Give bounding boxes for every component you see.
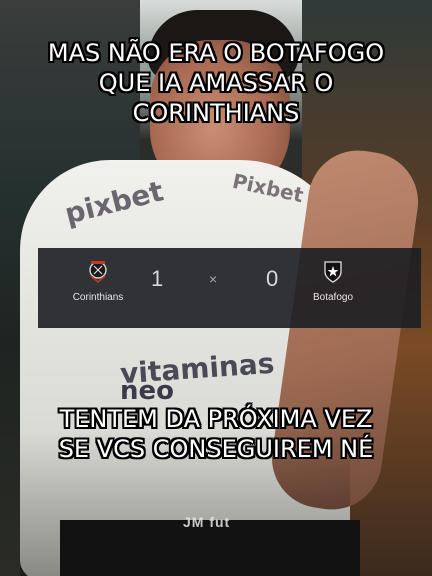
away-team: Botafogo (273, 260, 393, 303)
botafogo-star-crest-icon (324, 261, 342, 283)
home-team-name: Corinthians (72, 292, 124, 303)
watermark: JM fut (183, 514, 231, 530)
home-score: 1 (151, 266, 164, 291)
caption-top-line-3: CORINTHIANS (132, 99, 300, 127)
caption-bottom-line-2: SE VCS CONSEGUIREM NÉ (58, 435, 374, 463)
meme-caption-bottom: TENTEM DA PRÓXIMA VEZ SE VCS CONSEGUIREM… (0, 404, 432, 464)
match-scoreboard: Corinthians 1 × 0 Botafogo (38, 248, 421, 328)
away-team-name: Botafogo (312, 292, 354, 303)
caption-top-line-2: QUE IA AMASSAR O (98, 69, 334, 97)
corinthians-crest-icon (89, 261, 107, 284)
home-team: Corinthians (38, 260, 158, 303)
meme-caption-top: MAS NÃO ERA O BOTAFOGO QUE IA AMASSAR O … (0, 38, 432, 128)
caption-top-line-1: MAS NÃO ERA O BOTAFOGO (47, 39, 385, 67)
shirt-sponsor-chest-2: neo (120, 376, 175, 406)
caption-bottom-line-1: TENTEM DA PRÓXIMA VEZ (59, 405, 373, 433)
score-separator: × (209, 271, 218, 287)
